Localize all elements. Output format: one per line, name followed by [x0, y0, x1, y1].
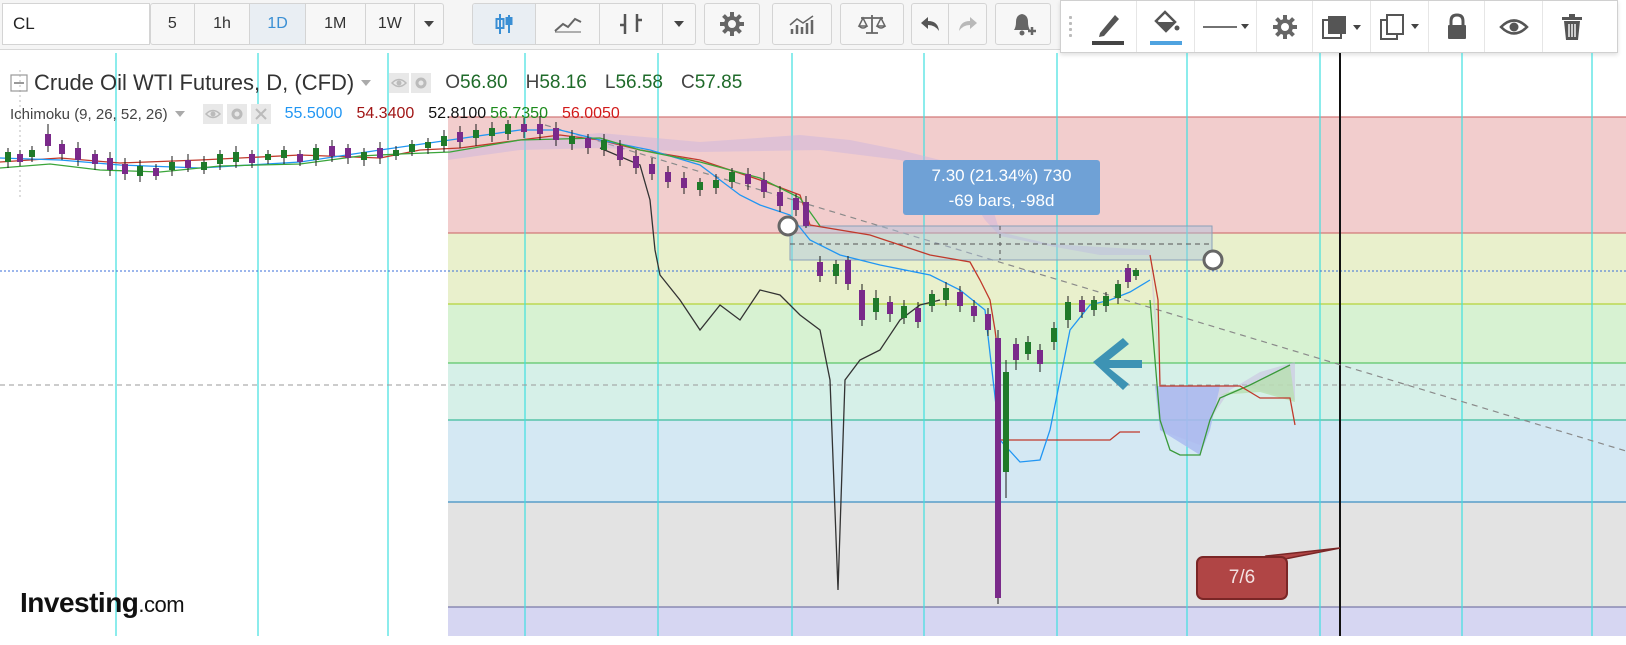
lock-icon	[1447, 12, 1466, 39]
open-value: O56.80	[445, 72, 508, 93]
interval-1h-button[interactable]: 1h	[195, 4, 251, 44]
fib-zone-gray	[448, 502, 1626, 607]
delete-button[interactable]	[1543, 1, 1601, 52]
ichimoku-base-value: 54.3400	[356, 105, 415, 122]
settings-group	[704, 3, 760, 45]
measure-end-handle[interactable]	[1202, 249, 1224, 271]
chevron-down-icon	[424, 21, 435, 27]
interval-1w-button[interactable]: 1W	[366, 4, 416, 44]
chevron-down-icon[interactable]	[174, 111, 185, 117]
layers-icon	[1321, 15, 1361, 39]
ichimoku-span-b-value: 56.0050	[561, 105, 620, 122]
indicator-name: Ichimoku (9, 26, 52, 26)	[10, 105, 168, 123]
eye-icon[interactable]	[202, 104, 223, 124]
undo-button[interactable]	[912, 4, 950, 44]
investing-logo: Investing.com	[20, 587, 185, 618]
low-value: L56.58	[604, 72, 663, 93]
trash-icon	[1562, 13, 1582, 40]
redo-button[interactable]	[949, 4, 986, 44]
interval-1d-button[interactable]: 1D	[250, 4, 306, 44]
chart-settings-button[interactable]	[705, 4, 759, 44]
ichimoku-conversion-value: 55.5000	[284, 105, 343, 122]
collapse-icon[interactable]	[10, 74, 28, 92]
symbol-input[interactable]	[2, 3, 150, 45]
visual-order-dropdown[interactable]	[1313, 1, 1371, 52]
measure-change-text: 7.30 (21.34%) 730	[931, 166, 1072, 185]
top-toolbar: 5 1h 1D 1M 1W	[0, 0, 1060, 50]
alert-icon	[1014, 14, 1036, 36]
line-color-button[interactable]	[1079, 1, 1137, 52]
line-width-dropdown[interactable]	[1195, 1, 1257, 52]
chart-app: 5 1h 1D 1M 1W	[0, 0, 1626, 645]
eye-icon[interactable]	[389, 73, 410, 93]
close-icon[interactable]	[250, 104, 271, 124]
settings-icon[interactable]	[226, 104, 247, 124]
compare-button[interactable]	[600, 4, 664, 44]
drawing-settings-button[interactable]	[1257, 1, 1313, 52]
indicators-button[interactable]	[773, 4, 831, 44]
add-alert-button[interactable]	[996, 4, 1050, 44]
high-value: H58.16	[525, 72, 587, 93]
eye-icon	[1498, 18, 1529, 35]
chevron-down-icon[interactable]	[361, 80, 372, 86]
line-style-button[interactable]	[536, 4, 600, 44]
clone-icon	[1379, 13, 1419, 40]
interval-1m-button[interactable]: 1M	[306, 4, 366, 44]
close-value: C57.85	[680, 72, 743, 93]
visibility-button[interactable]	[1485, 1, 1543, 52]
fill-color-button[interactable]	[1137, 1, 1195, 52]
price-chart[interactable]	[0, 53, 1626, 645]
indicator-legend: Ichimoku (9, 26, 52, 26) 55.5000 54.3400…	[10, 104, 620, 124]
indicators-group	[772, 3, 832, 45]
ichimoku-lagging-value: 52.8100	[428, 105, 487, 122]
redo-icon	[958, 17, 977, 31]
lock-button[interactable]	[1429, 1, 1485, 52]
gear-icon	[1272, 14, 1297, 39]
style-dropdown-button[interactable]	[663, 4, 695, 44]
line-width-icon	[1202, 23, 1249, 29]
date-callout[interactable]: 7/6	[1196, 556, 1288, 600]
compare-group	[840, 3, 904, 45]
pencil-icon	[1091, 14, 1124, 45]
fib-zone-purple	[448, 607, 1626, 636]
line-style-icon	[553, 17, 582, 33]
candle-style-icon	[495, 14, 513, 34]
settings-icon[interactable]	[411, 73, 432, 93]
fib-zone-blue	[448, 420, 1626, 502]
chevron-down-icon	[674, 21, 685, 27]
chart-style-group	[472, 3, 696, 45]
candle-style-button[interactable]	[473, 4, 537, 44]
symbol-legend: Crude Oil WTI Futures, D, (CFD) O56.80 H…	[10, 70, 742, 96]
interval-5-button[interactable]: 5	[151, 4, 195, 44]
fill-bucket-icon	[1149, 9, 1182, 45]
interval-group: 5 1h 1D 1M 1W	[150, 3, 444, 45]
indicators-icon	[789, 15, 814, 34]
measure-bars-text: -69 bars, -98d	[948, 191, 1055, 210]
drawing-toolbar	[1060, 0, 1618, 53]
undo-icon	[921, 17, 939, 31]
clone-dropdown[interactable]	[1371, 1, 1429, 52]
settings-icon	[720, 12, 744, 36]
balance-icon	[857, 15, 887, 34]
alert-group	[995, 3, 1051, 45]
ichimoku-span-a-value: 56.7350	[490, 105, 548, 122]
bar-compare-icon	[620, 14, 643, 34]
measure-tooltip: 7.30 (21.34%) 730 -69 bars, -98d	[903, 160, 1100, 215]
measure-start-handle[interactable]	[777, 215, 799, 237]
drag-handle[interactable]	[1061, 1, 1079, 52]
history-group	[911, 3, 987, 45]
fib-zone-teal	[448, 363, 1626, 420]
interval-dropdown-button[interactable]	[415, 4, 443, 44]
symbol-title: Crude Oil WTI Futures, D, (CFD)	[34, 70, 355, 95]
measure-rect[interactable]	[789, 225, 1213, 261]
compare-symbols-button[interactable]	[841, 4, 903, 44]
